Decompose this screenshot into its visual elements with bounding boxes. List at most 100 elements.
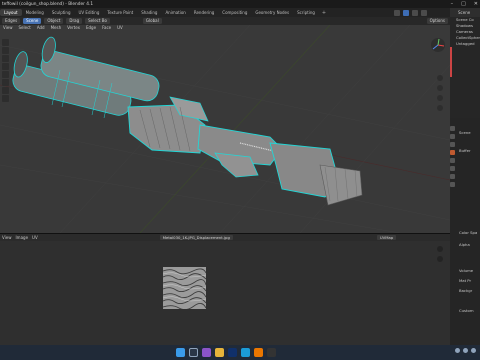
wifi-icon[interactable]: [455, 348, 460, 353]
pan-icon[interactable]: [437, 85, 443, 91]
battery-icon[interactable]: [471, 348, 476, 353]
viewport-menu-edge[interactable]: Edge: [86, 25, 96, 31]
material-tab-icon[interactable]: [450, 182, 455, 187]
window-controls: – □ ✕: [451, 0, 478, 8]
displacement-texture: [163, 267, 206, 309]
image-menu-uv[interactable]: UV: [32, 235, 38, 240]
maximize-icon[interactable]: □: [461, 1, 466, 7]
windows-start-icon[interactable]: [176, 348, 185, 357]
properties-label: Buffer: [459, 148, 471, 153]
viewport-menu: View Select Add Mesh Vertex Edge Face UV: [0, 25, 123, 31]
image-name-field[interactable]: Metal030_1K-JPG_Displacement.jpg: [159, 235, 233, 240]
mesh-scene: [0, 24, 450, 233]
render-tab-icon[interactable]: [450, 134, 455, 139]
viewport-menu-face[interactable]: Face: [102, 25, 111, 31]
select-tool-icon[interactable]: [2, 39, 9, 46]
viewport-header: Edges Scene Object Drag Select Bo Global…: [0, 17, 450, 25]
image-nav-buttons: [437, 246, 443, 262]
tool-tab-icon[interactable]: [450, 126, 455, 131]
properties-label: Scene: [459, 130, 471, 135]
viewport-menu-uv[interactable]: UV: [117, 25, 123, 31]
tab-scripting[interactable]: Scripting: [293, 9, 319, 16]
perspective-icon[interactable]: [437, 105, 443, 111]
annotate-tool-icon[interactable]: [2, 87, 9, 94]
tab-texture-paint[interactable]: Texture Paint: [103, 9, 137, 16]
cursor-tool-icon[interactable]: [2, 47, 9, 54]
photoshop-icon[interactable]: [228, 348, 237, 357]
visual-studio-icon[interactable]: [202, 348, 211, 357]
stock-end: [319, 164, 363, 206]
close-icon[interactable]: ✕: [474, 1, 478, 7]
properties-label: Alpha: [459, 242, 470, 247]
properties-label: Backgr: [459, 288, 473, 293]
modifier-tab-icon[interactable]: [450, 174, 455, 179]
image-editor-header: View Image UV Metal030_1K-JPG_Displaceme…: [0, 234, 450, 241]
settings-icon[interactable]: [421, 9, 427, 16]
workspace-tabs: Layout Modeling Sculpting UV Editing Texture…: [0, 8, 392, 17]
outliner-row[interactable]: [450, 71, 480, 77]
image-menu-view[interactable]: View: [2, 235, 12, 240]
image-menu-image[interactable]: Image: [16, 235, 29, 240]
transform-orientation-dropdown[interactable]: Global: [142, 18, 162, 24]
options-dropdown[interactable]: Options: [426, 18, 448, 24]
scale-tool-icon[interactable]: [2, 71, 9, 78]
select-mode-dropdown[interactable]: Edges: [2, 18, 21, 24]
tab-shading[interactable]: Shading: [137, 9, 161, 16]
viewport-menu-mesh[interactable]: Mesh: [51, 25, 62, 31]
tab-modeling[interactable]: Modeling: [22, 9, 48, 16]
output-tab-icon[interactable]: [450, 142, 455, 147]
pan-icon[interactable]: [437, 256, 443, 262]
tab-geometry-nodes[interactable]: Geometry Nodes: [251, 9, 293, 16]
scene-selector: [392, 8, 450, 17]
zoom-icon[interactable]: [437, 246, 443, 252]
edge-icon[interactable]: [241, 348, 250, 357]
scene-tab-icon[interactable]: [450, 150, 455, 155]
tab-compositing[interactable]: Compositing: [218, 9, 251, 16]
search-icon[interactable]: [189, 348, 198, 357]
tab-layout[interactable]: Layout: [0, 9, 22, 16]
viewport-menu-view[interactable]: View: [3, 25, 13, 31]
navigation-gizmo-icon[interactable]: [430, 37, 446, 53]
title-bar: teffowil (coilgun_shop.blend) - Blender …: [0, 0, 480, 8]
properties-label: Custom: [459, 308, 474, 313]
viewport-menu-select[interactable]: Select: [19, 25, 31, 31]
volume-icon[interactable]: [463, 348, 468, 353]
uv-map-field[interactable]: UVMap: [376, 235, 397, 240]
scene-icon[interactable]: [394, 9, 400, 16]
image-editor[interactable]: [0, 241, 450, 345]
viewport-menu-add[interactable]: Add: [37, 25, 45, 31]
file-explorer-icon[interactable]: [215, 348, 224, 357]
properties-tabs: [450, 126, 456, 187]
select-box-dropdown[interactable]: Select Bo: [85, 18, 110, 24]
transform-tool-icon[interactable]: [2, 79, 9, 86]
viewport-menu-vertex[interactable]: Vertex: [67, 25, 80, 31]
object-button[interactable]: Object: [44, 18, 64, 24]
drag-dropdown[interactable]: Drag: [66, 18, 83, 24]
rotate-tool-icon[interactable]: [2, 63, 9, 70]
tab-animation[interactable]: Animation: [161, 9, 189, 16]
scene-button[interactable]: Scene: [23, 18, 42, 24]
view-layer-icon[interactable]: [403, 9, 409, 16]
add-workspace-icon[interactable]: +: [319, 10, 329, 16]
outliner-panel: Scene Scene Co Shadows Cameras CollectSpher…: [450, 8, 480, 118]
terminal-icon[interactable]: [267, 348, 276, 357]
properties-label: Color Spa: [459, 230, 478, 235]
viewport-canvas[interactable]: [0, 24, 450, 233]
blender-icon[interactable]: [254, 348, 263, 357]
outliner-header: Scene: [450, 8, 480, 17]
camera-icon[interactable]: [437, 95, 443, 101]
tool-shelf: [2, 39, 10, 102]
tab-sculpting[interactable]: Sculpting: [48, 9, 75, 16]
move-tool-icon[interactable]: [2, 55, 9, 62]
tab-uv-editing[interactable]: UV Editing: [75, 9, 104, 16]
3d-viewport[interactable]: [0, 17, 450, 233]
tab-rendering[interactable]: Rendering: [190, 9, 218, 16]
measure-tool-icon[interactable]: [2, 95, 9, 102]
properties-panel: Scene Buffer Color Spa Alpha Volume Mat Pr Bac…: [450, 118, 480, 345]
minimize-icon[interactable]: –: [451, 1, 454, 7]
object-tab-icon[interactable]: [450, 166, 455, 171]
zoom-icon[interactable]: [437, 75, 443, 81]
properties-label: Volume: [459, 268, 474, 273]
filter-icon[interactable]: [412, 9, 418, 16]
world-tab-icon[interactable]: [450, 158, 455, 163]
